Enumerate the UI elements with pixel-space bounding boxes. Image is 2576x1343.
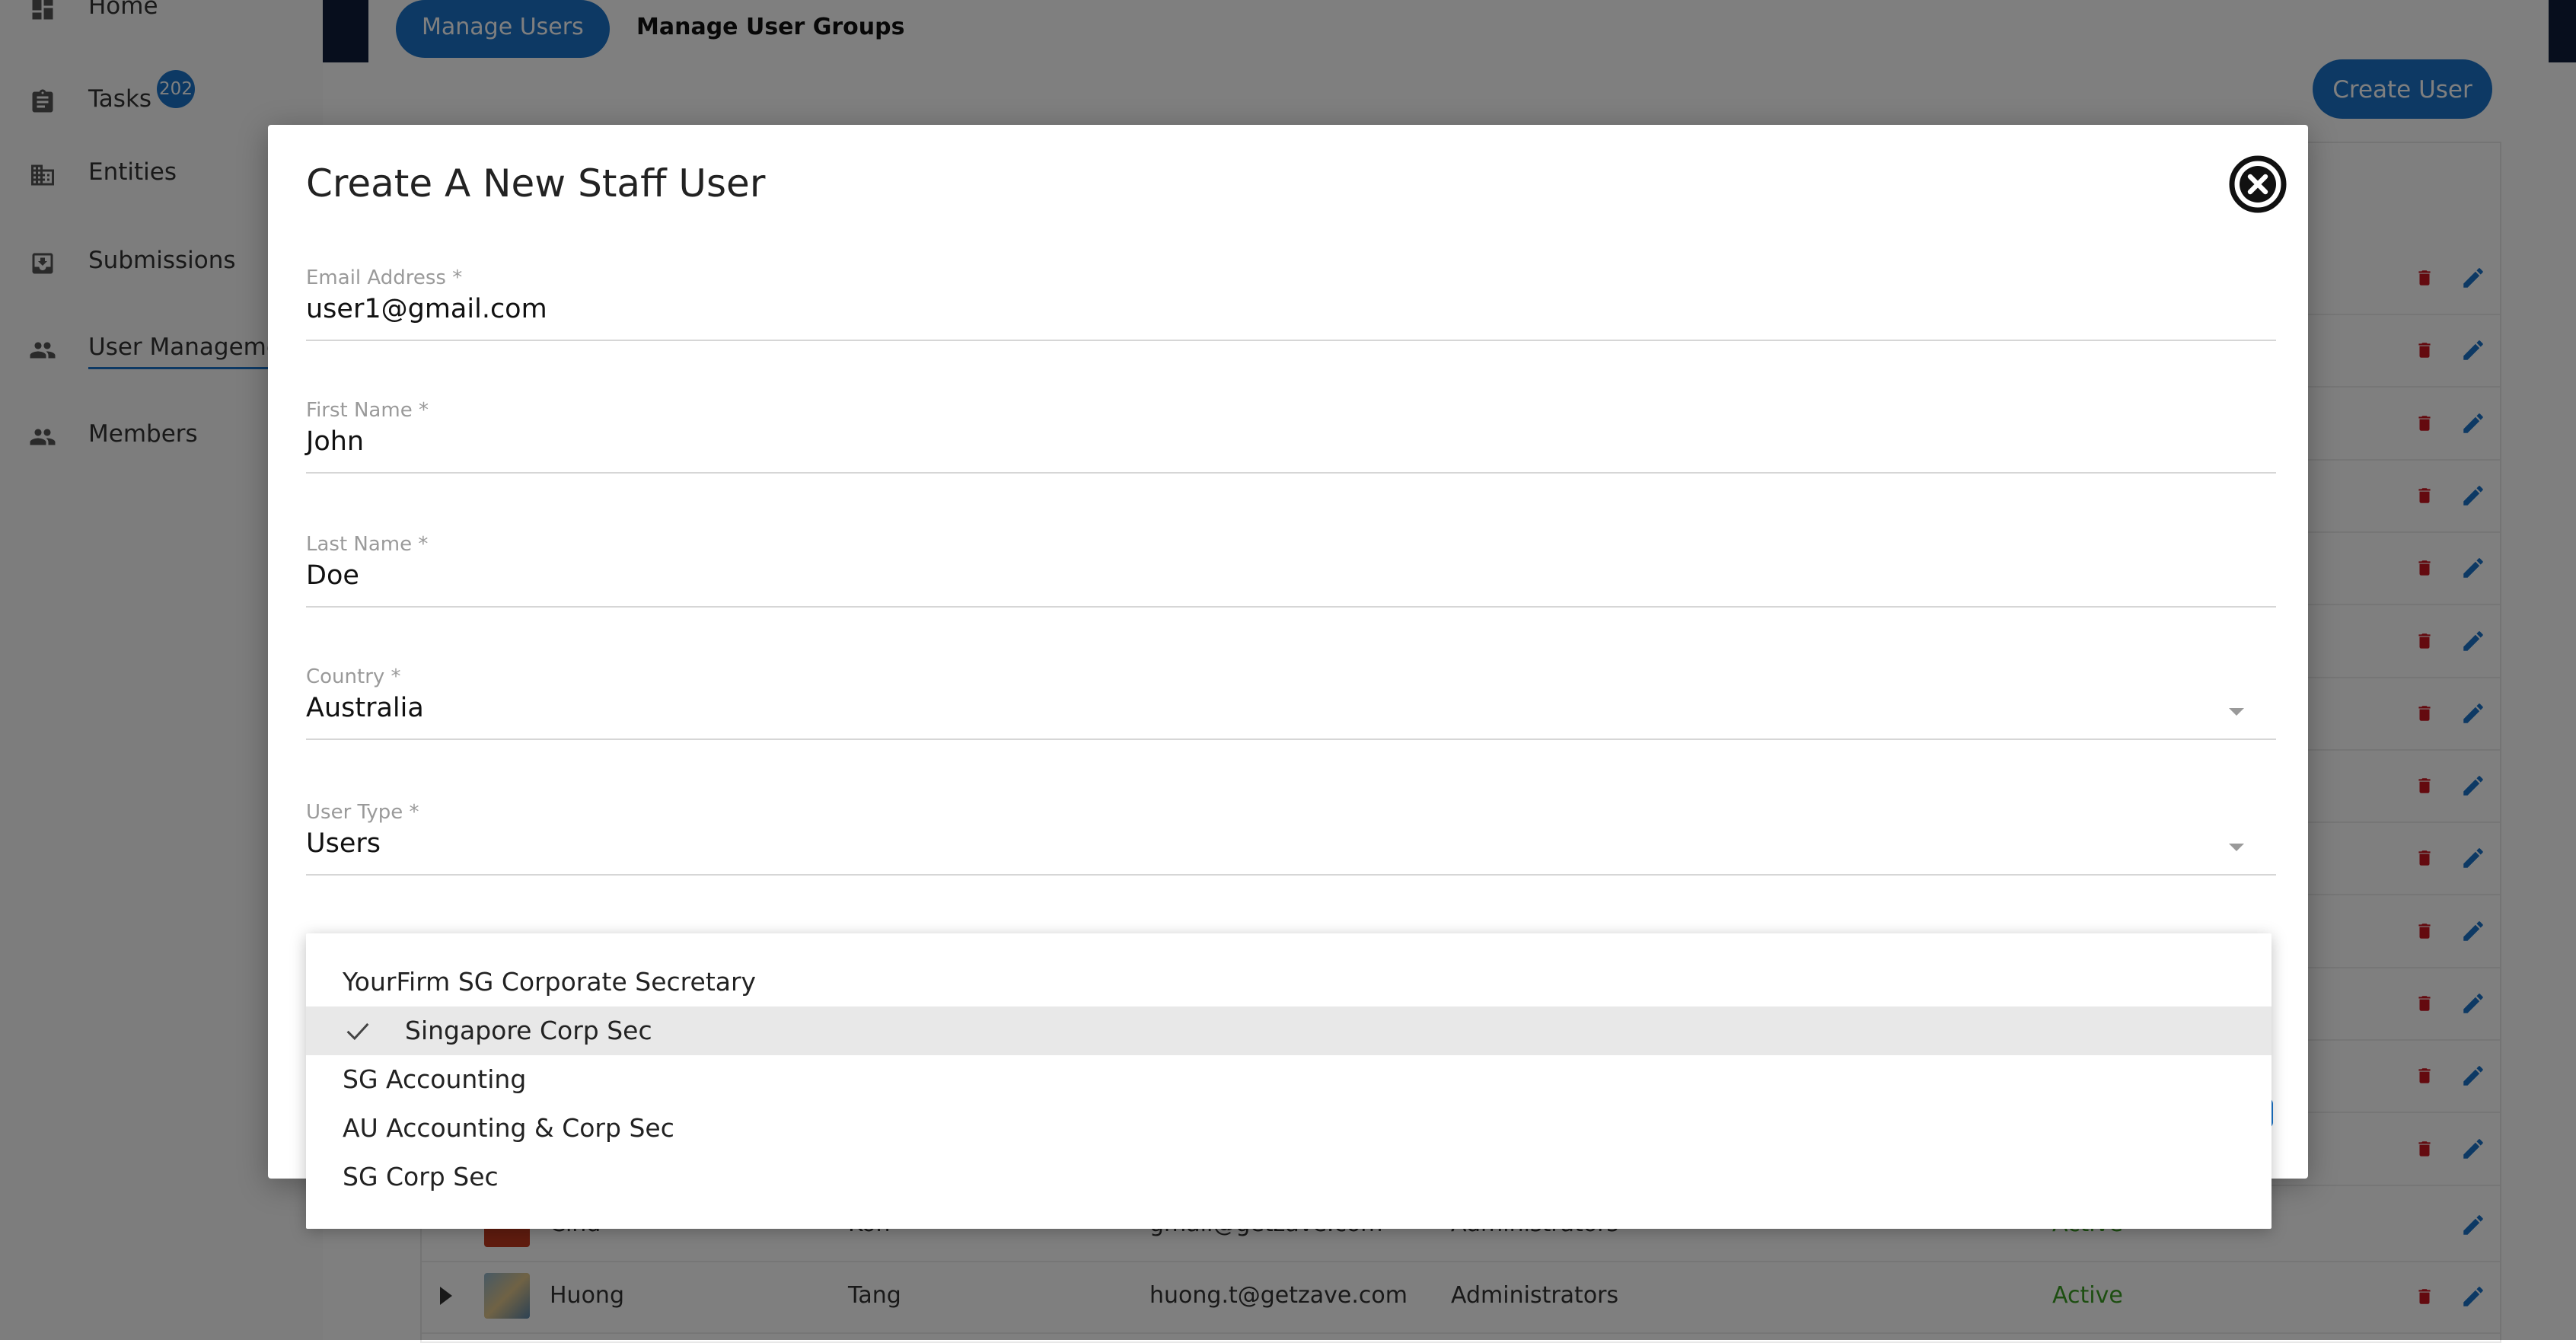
country-value: Australia (306, 693, 424, 723)
last-name-label: Last Name * (306, 533, 429, 556)
dropdown-option-selected[interactable]: Singapore Corp Sec (306, 1006, 2272, 1055)
dropdown-option[interactable]: AU Accounting & Corp Sec (306, 1104, 2272, 1153)
user-type-value: Users (306, 828, 381, 859)
user-group-dropdown-menu: YourFirm SG Corporate Secretary Singapor… (306, 933, 2272, 1229)
option-label: AU Accounting & Corp Sec (343, 1113, 674, 1143)
option-label: Singapore Corp Sec (405, 1016, 652, 1045)
chevron-down-icon[interactable] (2229, 844, 2244, 851)
user-type-label: User Type * (306, 801, 419, 824)
option-label: SG Corp Sec (343, 1162, 499, 1191)
email-input[interactable]: user1@gmail.com (306, 294, 547, 324)
field-underline (306, 472, 2276, 474)
field-underline (306, 606, 2276, 608)
option-label: SG Accounting (343, 1064, 527, 1094)
last-name-input[interactable]: Doe (306, 560, 359, 591)
field-underline (306, 340, 2276, 341)
option-label: YourFirm SG Corporate Secretary (343, 967, 757, 997)
dropdown-option[interactable]: SG Accounting (306, 1055, 2272, 1104)
email-label: Email Address * (306, 266, 463, 289)
close-icon[interactable] (2227, 154, 2288, 215)
chevron-down-icon[interactable] (2229, 708, 2244, 716)
modal-title: Create A New Staff User (306, 161, 766, 206)
country-label: Country * (306, 665, 401, 688)
dropdown-option[interactable]: YourFirm SG Corporate Secretary (306, 958, 2272, 1006)
first-name-input[interactable]: John (306, 426, 364, 457)
first-name-label: First Name * (306, 399, 429, 422)
field-underline (306, 874, 2276, 876)
check-icon (346, 1022, 369, 1041)
field-underline (306, 738, 2276, 740)
dropdown-option[interactable]: SG Corp Sec (306, 1153, 2272, 1201)
